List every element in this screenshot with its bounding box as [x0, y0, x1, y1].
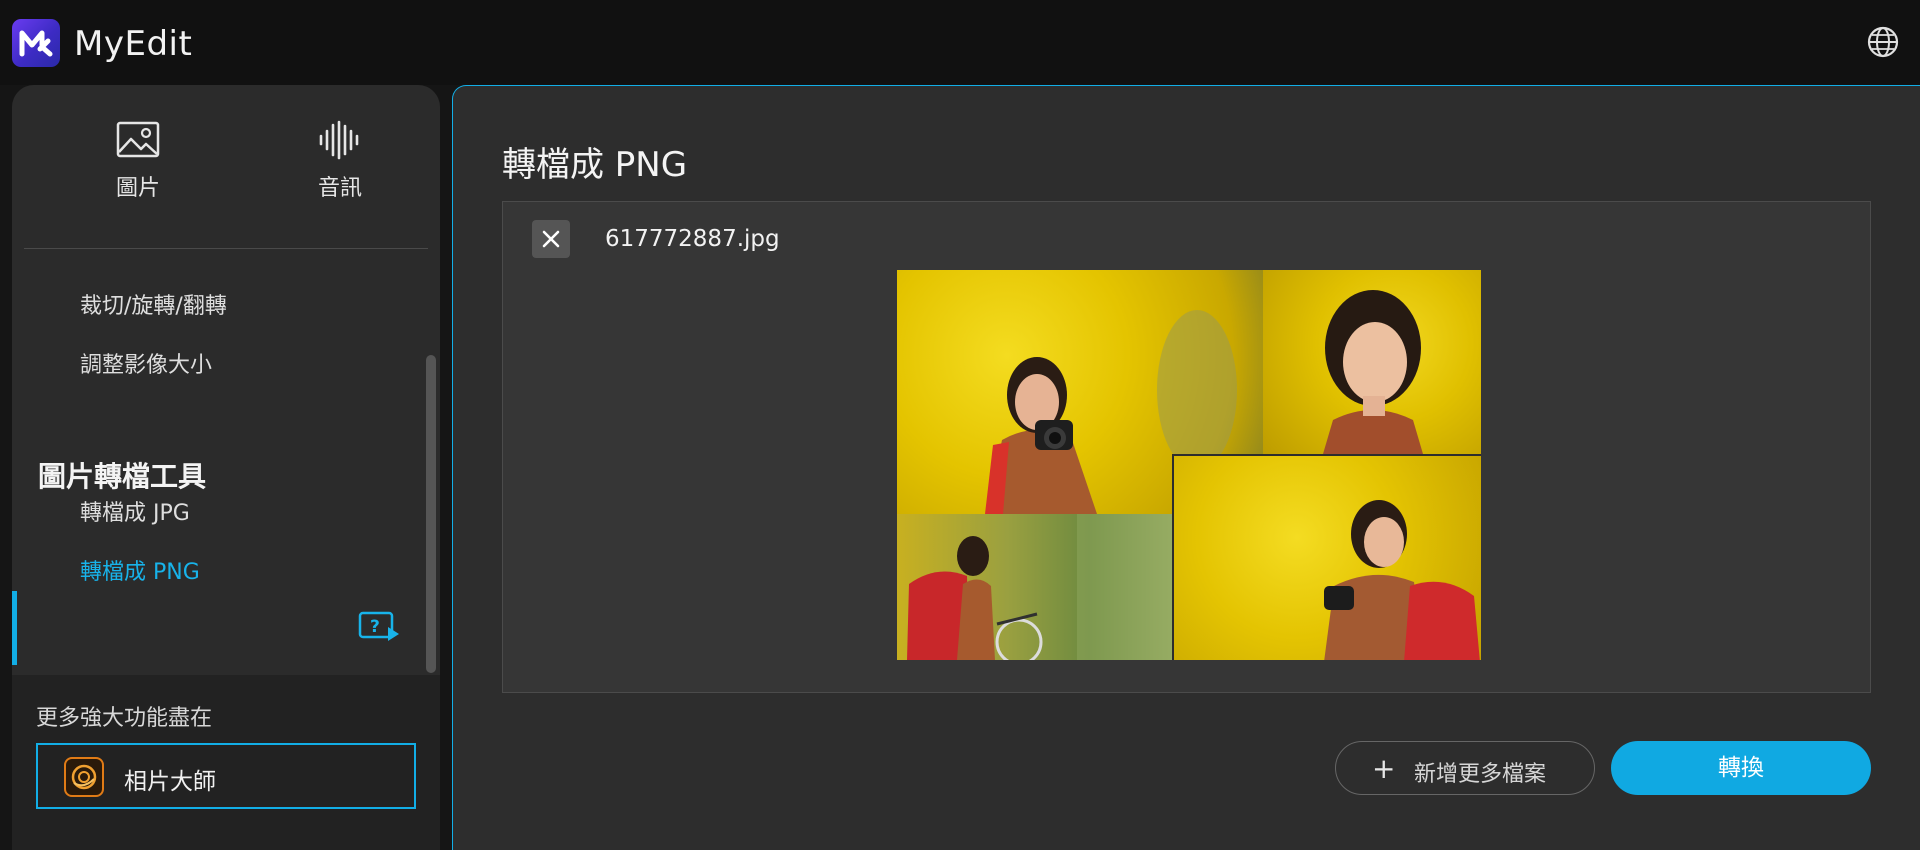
tab-image[interactable]: 圖片 [58, 120, 218, 202]
add-more-files-label: 新增更多檔案 [1414, 762, 1547, 787]
file-name: 617772887.jpg [605, 226, 780, 252]
promo-section: 更多強大功能盡在 相片大師 [12, 675, 440, 850]
photodirector-app-icon [64, 757, 104, 797]
convert-button-label: 轉換 [1718, 755, 1764, 781]
promo-app-button[interactable]: 相片大師 [36, 743, 416, 809]
photo-girl-portrait [1263, 270, 1481, 454]
video-help-icon[interactable]: ? [358, 611, 400, 643]
active-item-indicator [12, 591, 17, 665]
main-panel: 轉檔成 PNG 617772887.jpg + 新增更多檔案 轉換 [452, 85, 1920, 850]
file-card: 617772887.jpg [502, 201, 1871, 693]
sidebar-item-crop-rotate-flip[interactable]: 裁切/旋轉/翻轉 [80, 288, 227, 320]
tab-audio-label: 音訊 [317, 176, 362, 201]
tab-audio[interactable]: 音訊 [260, 120, 420, 202]
audio-wave-icon [319, 120, 359, 160]
page-title: 轉檔成 PNG [502, 145, 688, 185]
convert-button[interactable]: 轉換 [1611, 741, 1871, 795]
photo-girl-with-backpack [1172, 454, 1481, 660]
myedit-logo-icon[interactable] [12, 19, 60, 67]
sidebar-item-convert-png[interactable]: 轉檔成 PNG [80, 554, 200, 586]
sidebar-scrollbar[interactable] [426, 355, 436, 673]
app-name: MyEdit [74, 24, 193, 64]
remove-file-button[interactable] [532, 220, 570, 258]
photo-girl-on-bicycle [897, 514, 1172, 660]
sidebar-item-resize-image[interactable]: 調整影像大小 [80, 347, 212, 379]
promo-app-label: 相片大師 [124, 769, 216, 795]
image-preview [897, 270, 1481, 660]
svg-text:?: ? [370, 617, 380, 637]
tab-image-label: 圖片 [115, 176, 160, 201]
image-icon [116, 121, 160, 158]
top-bar: MyEdit [0, 0, 1920, 85]
globe-icon[interactable] [1866, 25, 1900, 59]
sidebar-divider [24, 248, 428, 249]
add-more-files-button[interactable]: + 新增更多檔案 [1335, 741, 1595, 795]
promo-text: 更多強大功能盡在 [36, 706, 213, 731]
sidebar-item-convert-jpg[interactable]: 轉檔成 JPG [80, 495, 190, 527]
plus-icon: + [1372, 752, 1396, 785]
section-title-image-converters: 圖片轉檔工具 [38, 460, 207, 493]
close-icon [542, 230, 560, 248]
sidebar: 圖片 音訊 裁切/旋轉/翻轉 調整影像大小 圖片轉檔工具 轉檔成 JPG 轉檔成… [12, 85, 440, 850]
